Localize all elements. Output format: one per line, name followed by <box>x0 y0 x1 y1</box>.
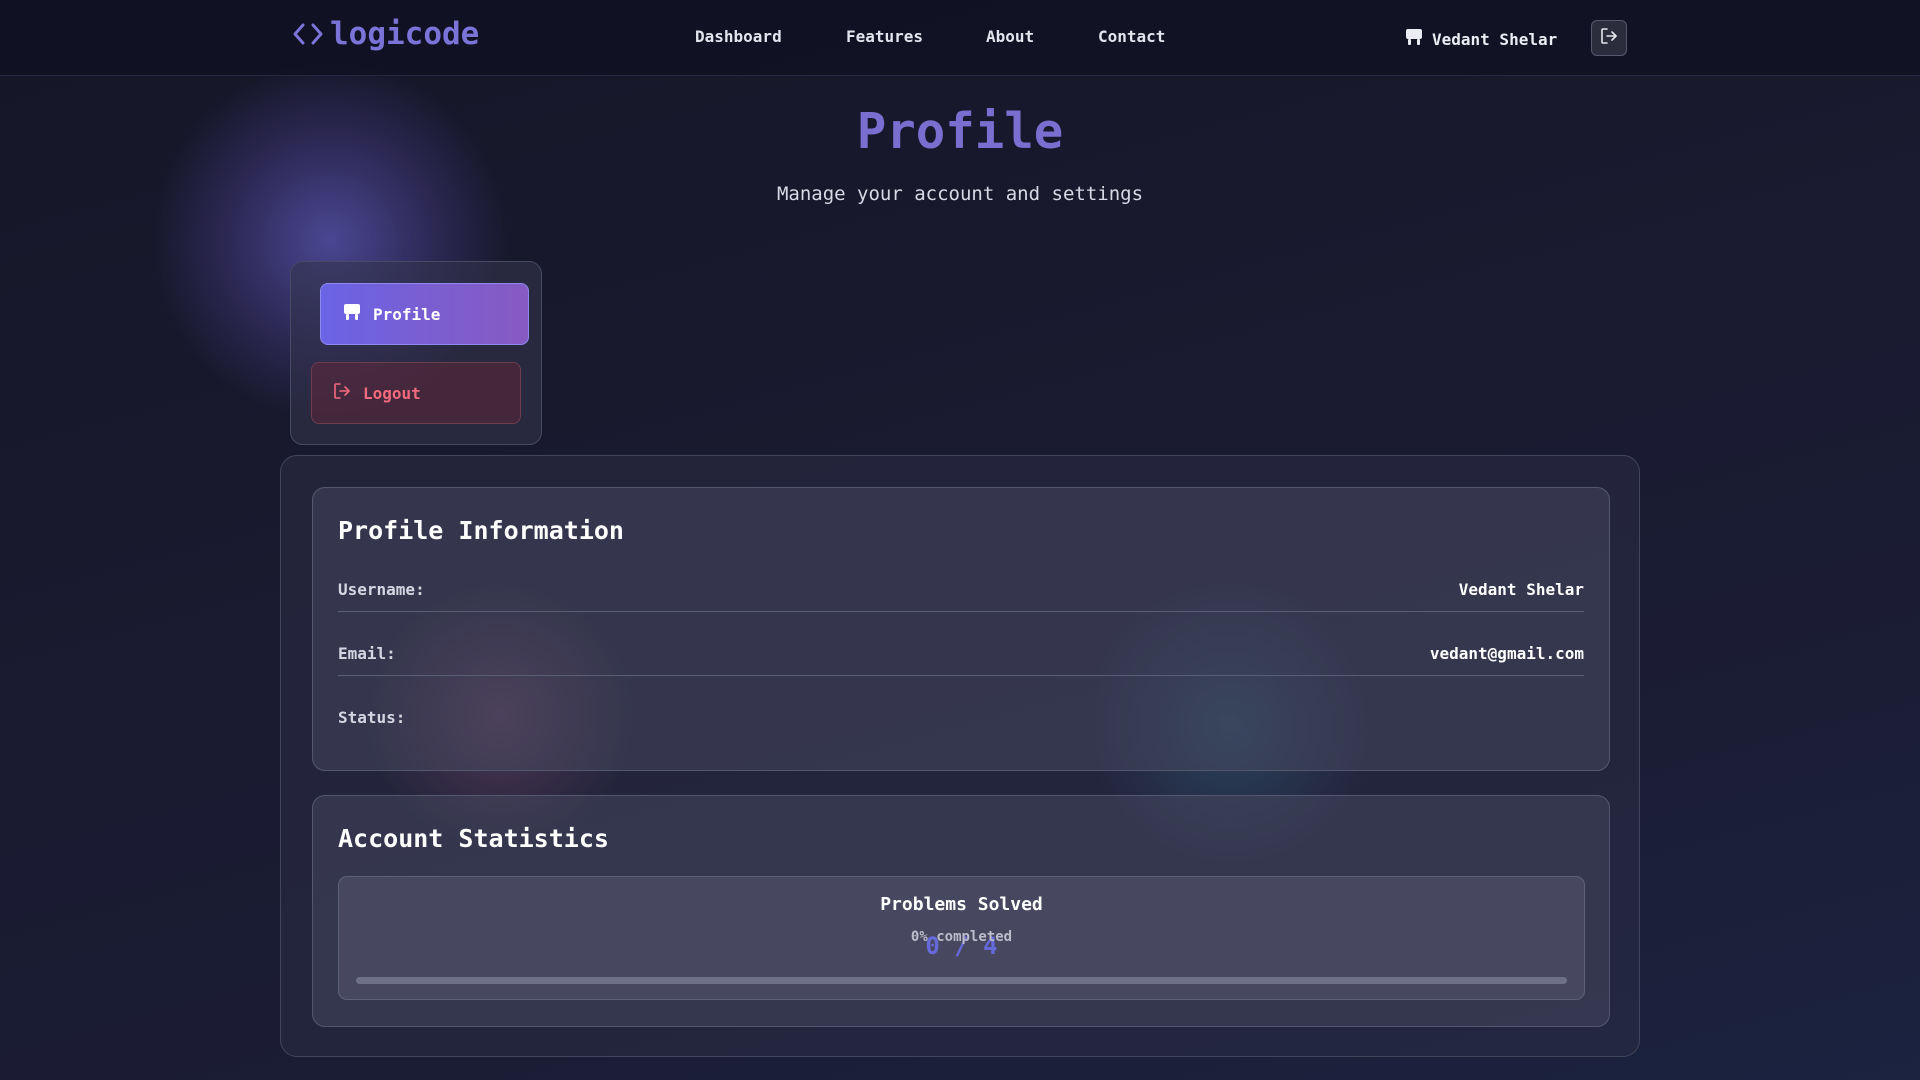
stat-title: Problems Solved <box>880 894 1043 915</box>
user-icon <box>343 302 361 326</box>
nav-link-features[interactable]: Features <box>846 27 923 46</box>
nav-link-dashboard[interactable]: Dashboard <box>695 27 782 46</box>
problems-solved-stat: Problems Solved 0 / 4 0% completed <box>338 876 1585 1000</box>
nav-link-about[interactable]: About <box>986 27 1034 46</box>
header-logout-button[interactable] <box>1591 20 1627 56</box>
card-title: Profile Information <box>338 516 624 545</box>
profile-content-panel: Profile Information Username: Vedant She… <box>280 455 1640 1057</box>
menu-item-profile[interactable]: Profile <box>320 283 529 345</box>
info-label: Status: <box>338 708 406 727</box>
info-row-email: Email: vedant@gmail.com <box>338 636 1584 676</box>
info-row-username: Username: Vedant Shelar <box>338 572 1584 612</box>
profile-information-card: Profile Information Username: Vedant She… <box>312 487 1610 771</box>
menu-item-label: Profile <box>373 304 441 324</box>
page-subtitle: Manage your account and settings <box>776 183 1144 205</box>
info-label: Email: <box>338 644 396 663</box>
user-icon <box>1405 27 1423 51</box>
progress-bar <box>356 977 1567 984</box>
card-title: Account Statistics <box>338 824 609 853</box>
menu-item-logout[interactable]: Logout <box>311 362 521 424</box>
logout-icon <box>333 382 351 404</box>
nav-link-contact[interactable]: Contact <box>1098 27 1165 46</box>
user-menu[interactable]: Vedant Shelar <box>1405 27 1557 51</box>
logout-icon <box>1600 27 1618 49</box>
account-statistics-card: Account Statistics Problems Solved 0 / 4… <box>312 795 1610 1027</box>
main-nav: Dashboard Features About Contact <box>0 27 1920 51</box>
info-row-status: Status: <box>338 700 1584 740</box>
stat-percent: 0% completed <box>910 929 1013 945</box>
info-label: Username: <box>338 580 425 599</box>
top-navbar: logicode Dashboard Features About Contac… <box>0 0 1920 76</box>
info-value: vedant@gmail.com <box>1429 644 1584 663</box>
user-name: Vedant Shelar <box>1432 29 1558 49</box>
info-value: Vedant Shelar <box>1458 580 1584 599</box>
menu-item-label: Logout <box>363 383 421 403</box>
side-menu: Profile Logout <box>290 261 542 445</box>
page-title: Profile <box>856 103 1064 160</box>
